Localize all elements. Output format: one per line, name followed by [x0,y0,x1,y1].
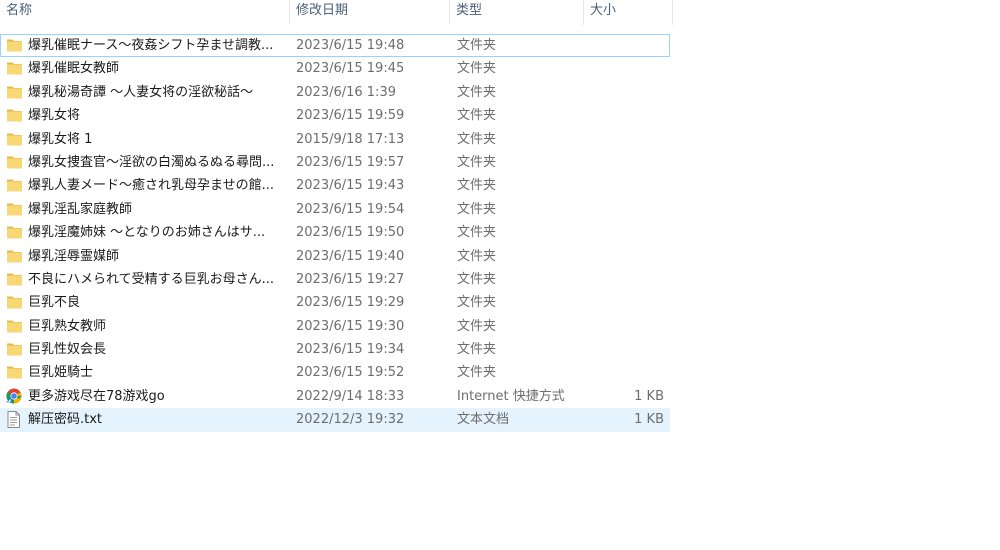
file-explorer: 名称 修改日期 类型 大小 爆乳催眠ナース～夜姦シフト孕ませ調教... 2023/… [0,0,1000,550]
column-header-bar: 名称 修改日期 类型 大小 [0,0,673,25]
file-type: 文件夹 [457,131,497,147]
file-modified-date: 2023/6/15 19:43 [296,178,405,194]
file-name: 巨乳姫騎士 [28,365,94,381]
folder-icon [6,245,24,268]
file-modified-date: 2023/6/15 19:30 [296,318,405,334]
folder-icon [6,361,24,384]
file-row[interactable]: 爆乳女捜査官～淫欲の白濁ぬるぬる尋問... 2023/6/15 19:57 文件夹 [0,151,670,174]
file-row[interactable]: 巨乳性奴会長 2023/6/15 19:34 文件夹 [0,338,670,361]
folder-icon [6,198,24,221]
file-name: 爆乳秘湯奇譚 ～人妻女将の淫欲秘話～ [28,84,254,100]
file-name: 爆乳女将 [28,108,81,124]
file-name: 爆乳催眠女教師 [28,61,120,77]
file-modified-date: 2023/6/15 19:45 [296,61,405,77]
file-modified-date: 2023/6/15 19:29 [296,295,405,311]
file-row[interactable]: 爆乳淫乱家庭教師 2023/6/15 19:54 文件夹 [0,198,670,221]
file-row[interactable]: 爆乳淫辱霊媒師 2023/6/15 19:40 文件夹 [0,245,670,268]
file-row[interactable]: 巨乳不良 2023/6/15 19:29 文件夹 [0,291,670,314]
file-name: 巨乳熟女教师 [28,318,107,334]
file-row[interactable]: 巨乳姫騎士 2023/6/15 19:52 文件夹 [0,361,670,384]
folder-icon [6,338,24,361]
file-name: 巨乳不良 [28,295,81,311]
folder-icon [6,291,24,314]
file-name: 爆乳淫魔姉妹 ～となりのお姉さんはサ... [28,225,266,241]
file-row[interactable]: 爆乳催眠女教師 2023/6/15 19:45 文件夹 [0,57,670,80]
file-size: 1 KB [634,388,664,404]
file-type: 文件夹 [457,248,497,264]
file-name: 爆乳女将 1 [28,131,93,147]
file-modified-date: 2023/6/16 1:39 [296,84,396,100]
file-type: 文件夹 [457,342,497,358]
file-modified-date: 2022/9/14 18:33 [296,388,405,404]
file-name: 爆乳女捜査官～淫欲の白濁ぬるぬる尋問... [28,154,275,170]
file-name: 更多游戏尽在78游戏go [28,388,165,404]
folder-icon [6,315,24,338]
column-header-size[interactable]: 大小 [584,0,673,25]
file-row[interactable]: 爆乳催眠ナース～夜姦シフト孕ませ調教... 2023/6/15 19:48 文件夹 [0,34,670,58]
file-type: 文件夹 [457,38,497,53]
file-name: 不良にハメられて受精する巨乳お母さん... [28,271,275,287]
folder-icon [6,268,24,291]
file-name: 巨乳性奴会長 [28,342,107,358]
file-modified-date: 2023/6/15 19:48 [296,38,405,53]
file-type: 文件夹 [457,108,497,124]
file-type: 文件夹 [457,154,497,170]
file-type: 文件夹 [457,61,497,77]
file-name: 爆乳催眠ナース～夜姦シフト孕ませ調教... [28,38,274,53]
file-row[interactable]: 爆乳女将 2023/6/15 19:59 文件夹 [0,104,670,127]
file-modified-date: 2023/6/15 19:57 [296,154,405,170]
column-header-name[interactable]: 名称 [0,0,290,25]
file-row[interactable]: 解压密码.txt 2022/12/3 19:32 文本文档 1 KB [0,408,670,432]
file-name: 爆乳人妻メード～癒され乳母孕ませの館... [28,178,275,194]
file-name: 爆乳淫乱家庭教師 [28,201,133,217]
file-modified-date: 2023/6/15 19:50 [296,225,405,241]
file-type: 文件夹 [457,225,497,241]
file-row[interactable]: 更多游戏尽在78游戏go 2022/9/14 18:33 Internet 快捷方式… [0,385,670,408]
folder-icon [6,57,24,80]
file-type: 文件夹 [457,271,497,287]
file-type: 文件夹 [457,84,497,100]
folder-icon [6,151,24,174]
file-row[interactable]: 爆乳女将 1 2015/9/18 17:13 文件夹 [0,128,670,151]
file-size: 1 KB [634,412,664,428]
file-type: 文件夹 [457,318,497,334]
file-modified-date: 2023/6/15 19:40 [296,248,405,264]
folder-icon [6,81,24,104]
file-modified-date: 2023/6/15 19:54 [296,201,405,217]
file-row[interactable]: 不良にハメられて受精する巨乳お母さん... 2023/6/15 19:27 文件夹 [0,268,670,291]
file-type: 文件夹 [457,295,497,311]
file-type: 文件夹 [457,365,497,381]
file-modified-date: 2015/9/18 17:13 [296,131,405,147]
file-type: 文本文档 [457,412,510,428]
file-modified-date: 2023/6/15 19:27 [296,271,405,287]
file-modified-date: 2023/6/15 19:34 [296,342,405,358]
chrome-shortcut-icon [6,385,24,408]
file-row[interactable]: 巨乳熟女教师 2023/6/15 19:30 文件夹 [0,315,670,338]
file-type: Internet 快捷方式 [457,388,565,404]
file-name: 解压密码.txt [28,412,103,428]
file-modified-date: 2023/6/15 19:59 [296,108,405,124]
file-modified-date: 2023/6/15 19:52 [296,365,405,381]
folder-icon [6,104,24,127]
folder-icon [6,34,24,57]
column-header-date[interactable]: 修改日期 [290,0,450,25]
folder-icon [6,174,24,197]
file-row[interactable]: 爆乳淫魔姉妹 ～となりのお姉さんはサ... 2023/6/15 19:50 文件夹 [0,221,670,244]
column-header-type[interactable]: 类型 [450,0,584,25]
folder-icon [6,128,24,151]
folder-icon [6,221,24,244]
file-list: 爆乳催眠ナース～夜姦シフト孕ませ調教... 2023/6/15 19:48 文件夹爆… [0,34,670,432]
file-type: 文件夹 [457,178,497,194]
text-file-icon [6,408,24,431]
file-modified-date: 2022/12/3 19:32 [296,412,405,428]
file-name: 爆乳淫辱霊媒師 [28,248,120,264]
file-row[interactable]: 爆乳人妻メード～癒され乳母孕ませの館... 2023/6/15 19:43 文件夹 [0,174,670,197]
file-row[interactable]: 爆乳秘湯奇譚 ～人妻女将の淫欲秘話～ 2023/6/16 1:39 文件夹 [0,81,670,104]
file-type: 文件夹 [457,201,497,217]
